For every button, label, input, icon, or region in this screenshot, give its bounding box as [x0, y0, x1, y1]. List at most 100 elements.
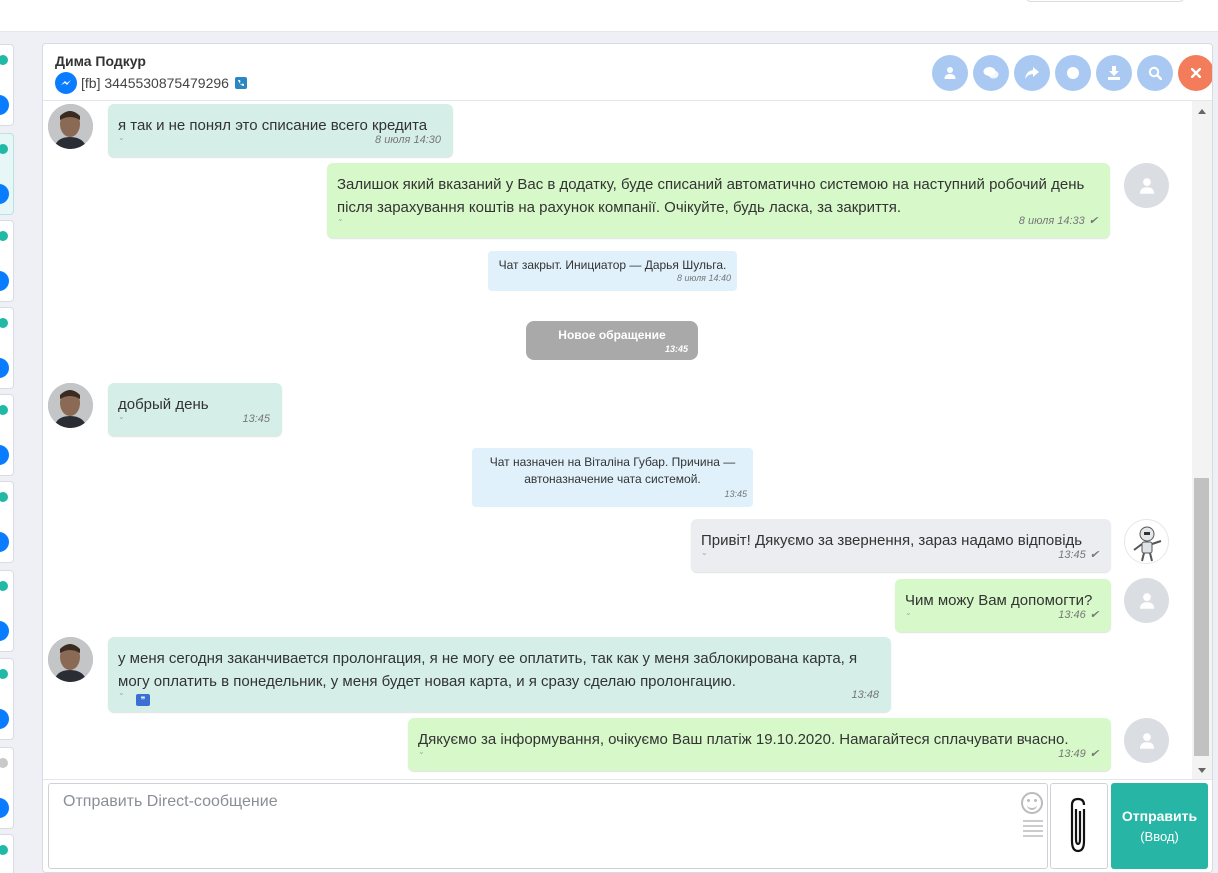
message-input-box [48, 783, 1048, 869]
message-bubble-incoming: у меня сегодня заканчивается пролонгация… [108, 637, 891, 712]
status-dot [0, 144, 8, 154]
bot-avatar [1124, 519, 1169, 564]
messenger-icon [0, 621, 9, 641]
message-time: 8 июля 14:33 [1018, 215, 1085, 227]
user-icon [1139, 732, 1154, 749]
send-button[interactable]: Отправить (Ввод) [1111, 783, 1208, 869]
chevron-down-icon[interactable]: ⌄ [118, 405, 125, 428]
message-time: 13:46 [1058, 609, 1086, 621]
download-button[interactable] [1096, 55, 1132, 91]
quote-icon[interactable]: ❞ [136, 694, 150, 706]
messenger-icon [0, 271, 9, 291]
messenger-icon [0, 358, 9, 378]
status-dot [0, 845, 8, 855]
top-search-field[interactable] [1025, 0, 1185, 2]
scroll-up-arrow-icon[interactable] [1198, 109, 1206, 114]
messenger-icon [0, 709, 9, 729]
chevron-down-icon[interactable]: ⌄ [905, 601, 912, 624]
message-text: у меня сегодня заканчивается пролонгация… [118, 650, 858, 690]
message-scrollbar[interactable] [1192, 101, 1212, 779]
message-text: Привіт! Дякуємо за звернення, зараз нада… [701, 532, 1083, 549]
contact-name: Дима Подкур [55, 53, 146, 69]
chat-list-item[interactable] [0, 747, 14, 829]
message-bubble-incoming: я так и не понял это списание всего кред… [108, 104, 453, 157]
chat-list-sidebar [0, 44, 14, 873]
user-icon [1139, 592, 1154, 609]
agent-avatar [1124, 718, 1169, 763]
system-message: Чат закрыт. Инициатор — Дарья Шульга. 8 … [488, 251, 737, 291]
status-dot [0, 55, 8, 65]
message-input[interactable] [49, 784, 1009, 868]
message-list: я так и не понял это списание всего кред… [43, 101, 1212, 779]
chat-list-item[interactable] [0, 834, 14, 873]
messenger-icon [0, 445, 9, 465]
phone-icon[interactable] [234, 77, 247, 89]
chat-list-item[interactable] [0, 220, 14, 302]
system-message: Чат назначен на Віталіна Губар. Причина … [472, 448, 753, 507]
scroll-down-arrow-icon[interactable] [1198, 768, 1206, 773]
check-icon: ✔ [1089, 549, 1099, 561]
share-icon [1025, 67, 1039, 79]
messenger-icon [0, 532, 9, 552]
status-dot [0, 318, 8, 328]
forward-button[interactable] [1014, 55, 1050, 91]
message-time: 8 июля 14:40 [677, 273, 731, 283]
chat-button[interactable] [973, 55, 1009, 91]
list-icon[interactable] [1023, 820, 1043, 838]
new-request-label: Новое обращение 13:45 [526, 321, 698, 360]
chat-list-item[interactable] [0, 394, 14, 476]
contact-id: [fb] 3445530875479296 [81, 75, 229, 91]
profile-button[interactable] [932, 55, 968, 91]
chevron-down-icon[interactable]: ⌄ [418, 740, 425, 763]
message-time: 8 июля 14:30 [375, 134, 441, 146]
chevron-down-icon[interactable]: ⌄ [118, 126, 125, 149]
message-composer: Отправить (Ввод) [43, 779, 1212, 872]
chat-list-item[interactable] [0, 658, 14, 740]
customer-avatar [48, 104, 93, 149]
chat-list-item[interactable] [0, 44, 14, 126]
chat-panel: Дима Подкур [fb] 3445530875479296 я так … [42, 43, 1213, 873]
close-icon [1191, 68, 1201, 78]
messenger-icon [0, 184, 9, 204]
download-icon [1108, 66, 1120, 80]
record-button[interactable] [1055, 55, 1091, 91]
circle-icon [1067, 67, 1079, 79]
message-bubble-outgoing: Чим можу Вам допомогти? ⌄ 13:46 ✔ [895, 579, 1111, 632]
message-bubble-incoming: добрый день ⌄ 13:45 [108, 383, 282, 436]
chat-list-item[interactable] [0, 570, 14, 652]
message-time: 13:48 [851, 689, 879, 701]
chat-list-item[interactable] [0, 481, 14, 563]
message-bubble-bot: Привіт! Дякуємо за звернення, зараз нада… [691, 519, 1111, 572]
chevron-down-icon[interactable]: ⌄ [337, 207, 344, 230]
chat-list-item[interactable] [0, 307, 14, 389]
header-actions [932, 55, 1212, 91]
customer-avatar [48, 383, 93, 428]
status-dot [0, 231, 8, 241]
search-icon [1148, 66, 1162, 80]
user-icon [1139, 177, 1154, 194]
message-time: 13:45 [664, 344, 688, 354]
chat-list-item[interactable] [0, 133, 14, 215]
chevron-down-icon[interactable]: ⌄ [118, 681, 125, 704]
chat-header: Дима Подкур [fb] 3445530875479296 [43, 44, 1212, 101]
new-request-text: Новое обращение [558, 328, 666, 342]
status-dot [0, 758, 8, 768]
attach-button[interactable] [1050, 783, 1108, 869]
message-time: 13:49 [1058, 748, 1086, 760]
system-message-text: Чат назначен на Віталіна Губар. Причина … [489, 455, 736, 486]
message-text: Дякуємо за інформування, очікуємо Ваш пл… [418, 731, 1069, 748]
messenger-icon [0, 95, 9, 115]
message-text: Залишок який вказаний у Вас в додатку, б… [337, 176, 1085, 216]
user-icon [944, 67, 956, 79]
search-button[interactable] [1137, 55, 1173, 91]
status-dot [0, 669, 8, 679]
contact-id-row: [fb] 3445530875479296 [55, 72, 247, 94]
send-button-label: Отправить [1121, 808, 1198, 824]
scrollbar-thumb[interactable] [1194, 478, 1209, 756]
customer-avatar [48, 637, 93, 682]
send-button-hint: (Ввод) [1140, 829, 1179, 844]
close-button[interactable] [1178, 55, 1212, 91]
check-icon: ✔ [1089, 748, 1099, 760]
chevron-down-icon[interactable]: ⌄ [701, 541, 708, 564]
emoji-icon[interactable] [1021, 792, 1043, 814]
